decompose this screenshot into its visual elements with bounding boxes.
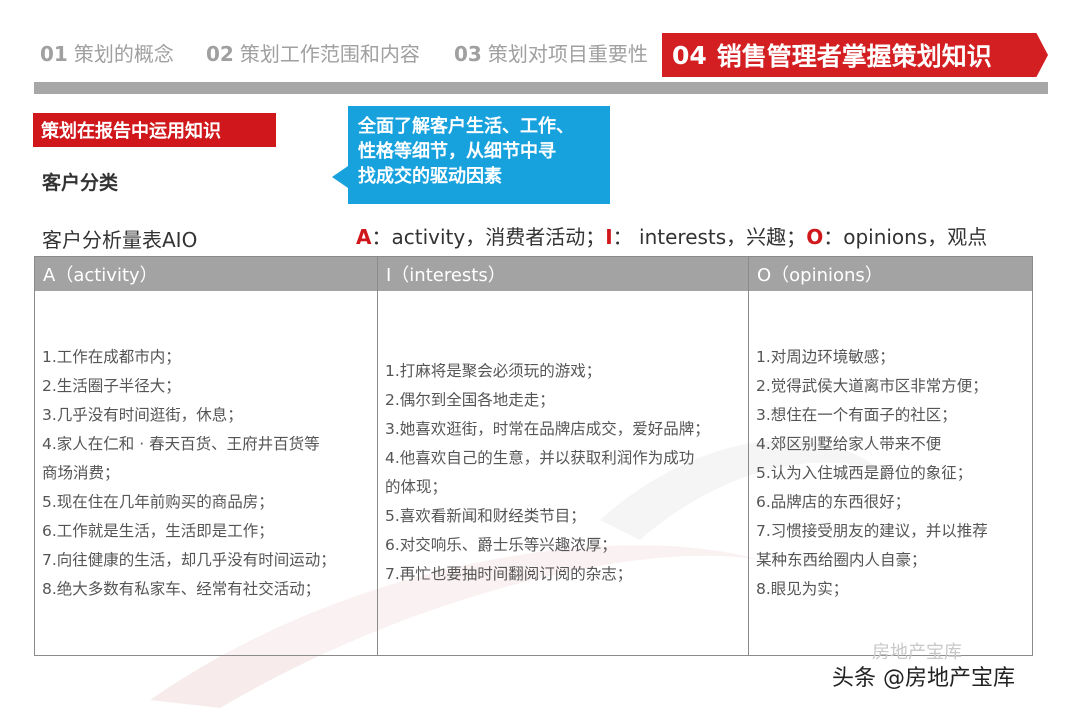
table-body-row: 1.工作在成都市内； 2.生活圈子半径大； 3.几乎没有时间逛街，休息； 4.家… [35, 291, 1032, 655]
legend-key-o: O [806, 225, 824, 249]
nav-tab-number: 03 [454, 42, 482, 66]
list-item: 3.她喜欢逛街，时常在品牌店成交，爱好品牌； [385, 420, 710, 438]
watermark: 头条 @房地产宝库 [832, 666, 1015, 691]
list-item: 8.绝大多数有私家车、经常有社交活动； [42, 579, 321, 598]
callout-line: 找成交的驱动因素 [358, 166, 502, 187]
nav-tab-label: 策划对项目重要性 [487, 42, 648, 66]
nav-tab-label: 销售管理者掌握策划知识 [716, 42, 992, 71]
list-item: 4.家人在仁和 · 春天百货、王府井百货等 [42, 434, 320, 453]
list-item: 8.眼见为实； [756, 579, 849, 598]
list-item: 1.打麻将是聚会必须玩的游戏； [385, 362, 602, 380]
nav-tab-number: 04 [672, 40, 707, 70]
list-item: 6.工作就是生活，生活即是工作； [42, 521, 274, 540]
legend-key-a: A [356, 225, 372, 249]
table-cell-activity: 1.工作在成都市内； 2.生活圈子半径大； 3.几乎没有时间逛街，休息； 4.家… [35, 291, 377, 655]
table-header-activity: A（activity） [43, 265, 158, 286]
list-item: 4.郊区别墅给家人带来不便 [756, 434, 942, 453]
nav-tab-3[interactable]: 03 策划对项目重要性 [454, 38, 648, 67]
subhead-customer-classification: 客户分类 [42, 172, 119, 194]
top-navigation: 01 策划的概念 02 策划工作范围和内容 03 策划对项目重要性 04 销售管理者掌握… [0, 0, 1080, 94]
list-item: 6.对交响乐、爵士乐等兴趣浓厚； [385, 536, 617, 554]
nav-tab-1[interactable]: 01 策划的概念 [40, 38, 174, 67]
list-item: 1.工作在成都市内； [42, 347, 181, 366]
aio-table: A（activity） I（interests） O（opinions） 1.工… [34, 256, 1033, 656]
list-item: 7.向往健康的生活，却几乎没有时间运动； [42, 550, 336, 569]
table-cell-interests: 1.打麻将是聚会必须玩的游戏； 2.偶尔到全国各地走走； 3.她喜欢逛街，时常在… [377, 291, 748, 655]
list-item: 5.现在住在几年前购买的商品房； [42, 492, 274, 511]
nav-tab-number: 01 [40, 42, 68, 66]
nav-tab-2[interactable]: 02 策划工作范围和内容 [206, 38, 420, 67]
list-item: 3.几乎没有时间逛街，休息； [42, 405, 243, 424]
table-header-opinions: O（opinions） [748, 257, 1032, 291]
list-item: 的体现； [385, 478, 448, 496]
legend-text-o: ：opinions，观点 [823, 225, 988, 249]
table-header-row: A（activity） I（interests） O（opinions） [35, 257, 1032, 291]
callout-line: 性格等细节，从细节中寻 [358, 141, 556, 162]
legend-text-a: ：activity，消费者活动； [371, 225, 606, 249]
list-item: 商场消费； [42, 463, 120, 482]
list-item: 5.喜欢看新闻和财经类节目； [385, 507, 586, 525]
list-item: 2.偶尔到全国各地走走； [385, 391, 555, 409]
nav-divider-bar [34, 82, 1048, 94]
nav-tab-label: 策划的概念 [73, 42, 174, 66]
nav-tab-number: 02 [206, 42, 234, 66]
callout-box: 全面了解客户生活、工作、 性格等细节，从细节中寻 找成交的驱动因素 [348, 106, 610, 204]
list-item: 某种东西给圈内人自豪； [756, 550, 927, 569]
table-cell-opinions: 1.对周边环境敏感； 2.觉得武侯大道离市区非常方便； 3.想住在一个有面子的社… [748, 291, 1032, 655]
nav-tab-label: 策划工作范围和内容 [239, 42, 420, 66]
list-item: 7.再忙也要抽时间翻阅订阅的杂志； [385, 565, 633, 583]
callout-pointer [332, 166, 348, 188]
callout-line: 全面了解客户生活、工作、 [358, 116, 574, 137]
legend-key-i: I [605, 225, 613, 249]
legend-text-i: ： interests，兴趣； [612, 225, 807, 249]
list-item: 5.认为入住城西是爵位的象征； [756, 463, 973, 482]
aio-scale-label: 客户分析量表AIO [42, 228, 198, 252]
aio-legend: A：activity，消费者活动；I： interests，兴趣；O：opini… [356, 221, 987, 250]
list-item: 6.品牌店的东西很好； [756, 492, 911, 511]
list-item: 2.觉得武侯大道离市区非常方便； [756, 376, 988, 395]
list-item: 2.生活圈子半径大； [42, 376, 181, 395]
table-header-interests: I（interests） [377, 257, 748, 291]
section-label: 策划在报告中运用知识 [33, 113, 276, 147]
list-item: 4.他喜欢自己的生意，并以获取利润作为成功 [385, 449, 695, 467]
list-item: 3.想住在一个有面子的社区； [756, 405, 957, 424]
list-item: 7.习惯接受朋友的建议，并以推荐 [756, 521, 988, 540]
list-item: 1.对周边环境敏感； [756, 347, 895, 366]
nav-tab-active[interactable]: 04 销售管理者掌握策划知识 [662, 33, 1048, 77]
